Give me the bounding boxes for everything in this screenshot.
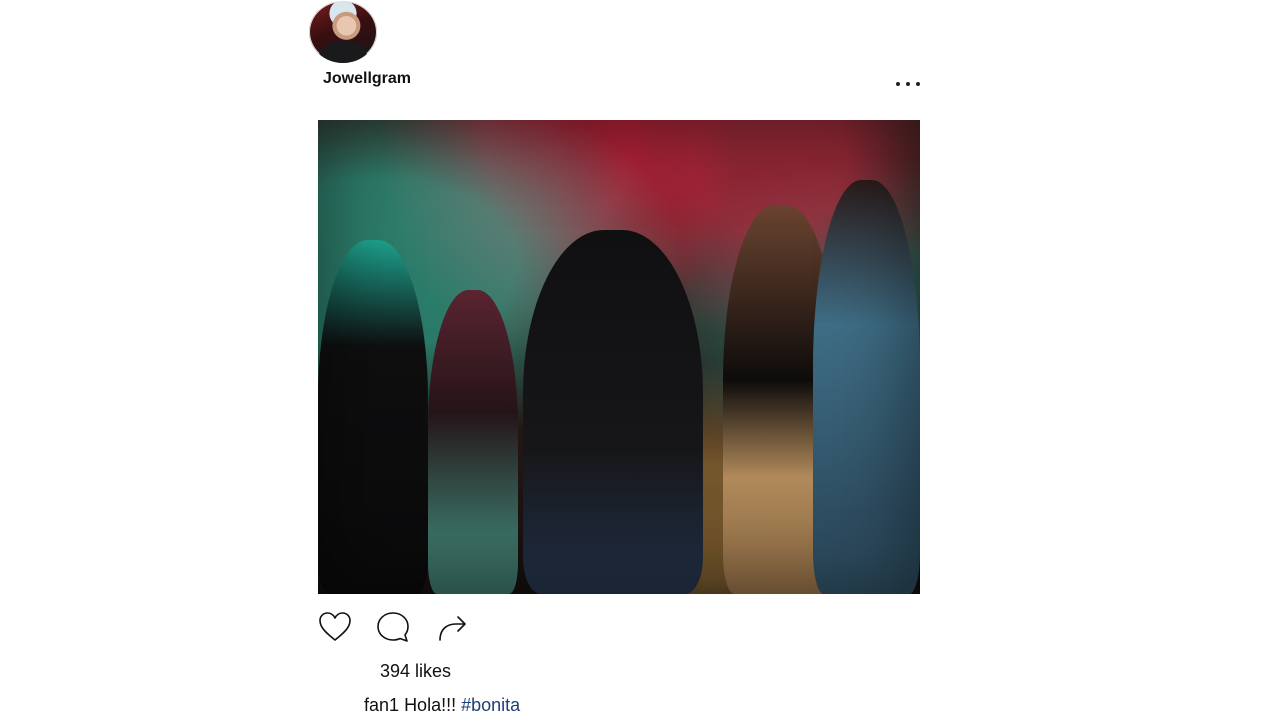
caption: fan1 Hola!!! #bonita — [364, 695, 520, 716]
more-dot-icon — [896, 82, 900, 86]
caption-text: Hola!!! — [404, 695, 457, 715]
username[interactable]: Jowellgram — [323, 70, 411, 88]
photo-vignette — [318, 120, 920, 594]
avatar[interactable] — [309, 1, 377, 63]
likes-count[interactable]: 394 likes — [380, 661, 451, 682]
more-dot-icon — [916, 82, 920, 86]
caption-hashtag[interactable]: #bonita — [461, 695, 520, 715]
more-options-button[interactable] — [896, 76, 920, 92]
avatar-figure — [319, 41, 367, 63]
more-dot-icon — [906, 82, 910, 86]
comment-icon[interactable] — [375, 610, 411, 644]
instagram-post: Jowellgram 394 likes fan1 Hola!!! #bonit… — [0, 0, 1280, 720]
heart-icon[interactable] — [317, 610, 353, 644]
share-arrow-icon[interactable] — [434, 610, 470, 644]
post-photo[interactable] — [318, 120, 920, 594]
caption-author[interactable]: fan1 — [364, 695, 399, 715]
